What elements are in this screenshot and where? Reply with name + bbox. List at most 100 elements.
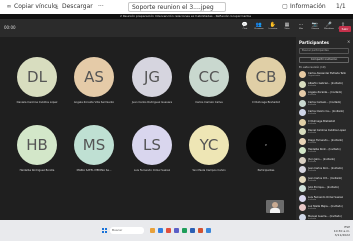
close-icon[interactable]: × [347,39,350,44]
copy-link-label: Copiar vínculo [14,3,57,10]
participant-text: Jhon Jairo... (Invitado) Invitado [308,158,335,164]
chrome-icon[interactable] [166,228,171,233]
avatar [299,137,306,145]
participant-row[interactable]: Juan Carlos Rod... (Invitado) Invitado [299,165,351,175]
participant-tile-name: Carlos Camelo Caliva [195,101,223,104]
participant-tile[interactable]: CC Carlos Camelo Caliva [184,57,234,117]
meeting-tool-label: Chat [242,28,248,30]
self-view-video [266,200,284,213]
participant-tile[interactable]: AS Angela Zoraida Villa Sarmiento [69,57,119,117]
meeting-tools: 💬 Chat 👥 Personas ✋ Levantar ▦ Vista ⋯ Más 📷 Cámara… [240,22,348,31]
powerpoint-icon[interactable] [198,228,203,233]
avatar: CC [189,57,229,97]
download-button[interactable]: ⤓ Descargar [54,3,93,10]
participant-row[interactable]: Haidelba Rodr... (Invitado) Invitado [299,146,351,156]
copy-link-button[interactable]: ∞ Copiar vínculo [6,3,57,10]
avatar: YC [189,125,229,165]
participant-role: Invitado [308,94,317,96]
participant-tile-name: Participantes [257,169,275,172]
meeting-tool-label: Personas [254,28,264,30]
participant-row[interactable]: Diego Fernando... (Invitado) Invitado [299,137,351,147]
page-counter: 1/1 [336,3,346,10]
participant-tile-name: Juan Carlos Rodríguez Guevara [131,101,173,104]
participant-row[interactable]: Daniel Carolina Cubillos Lopez Invitado [299,127,351,137]
avatar: JG [132,57,172,97]
participant-tile[interactable]: HB Haidelba Rodriguez Bonilla [12,125,62,185]
participant-row[interactable]: Albertin Gabriel... (Invitado) Invitado [299,80,351,90]
participant-role: Invitado [308,151,317,153]
participant-row[interactable]: Carlos Osorio Ca... (Invitado) Invitado [299,108,351,118]
outlook-icon[interactable] [206,228,211,233]
participant-text: Haidelba Rodr... (Invitado) Invitado [308,148,341,154]
participant-row[interactable]: Luz Stella Mejia... (Invitado) Invitado [299,203,351,213]
system-tray[interactable]: ESP 10:30 a.m. 3/11/2022 [318,225,350,237]
meeting-tool-mic[interactable]: 🎤 Micrófono [324,22,334,31]
word-icon[interactable] [190,228,195,233]
participant-row[interactable]: Carlos Camelo... (Invitado) Invitado [299,99,351,109]
participant-row[interactable]: Angela Zoraida... (Invitado) Invitado [299,89,351,99]
participants-list: Carlos Alexander Estrada Tello Organizado… [299,70,351,220]
meeting-tool-label: Vista [284,28,290,30]
participant-text: Carlos Camelo... (Invitado) Invitado [308,101,341,107]
participant-row[interactable]: Carlos Alexander Estrada Tello Organizado… [299,70,351,80]
participant-text: Juan Carlos Ort... (Invitado) Invitado [308,177,342,183]
avatar [299,99,306,107]
participant-tile[interactable]: YC Yeni Paola Campos Cañón [184,125,234,185]
meeting-tool-chat[interactable]: 💬 Chat [240,22,250,31]
excel-icon[interactable] [182,228,187,233]
taskbar-search-input[interactable]: Buscar [110,227,144,234]
meeting-tool-camera[interactable]: 📷 Cámara [310,22,320,31]
participant-row[interactable]: Juan Carlos Ort... (Invitado) Invitado [299,175,351,185]
more-options-button[interactable]: ··· [98,3,104,10]
participant-role: Invitado [308,179,317,182]
participant-tile[interactable]: DL Daniela Carolina Cubillos López [12,57,62,117]
participant-tile[interactable]: JG Juan Carlos Rodríguez Guevara [127,57,177,117]
participant-row[interactable]: Jhon Jairo... (Invitado) Invitado [299,156,351,166]
participant-role: Invitado [308,132,317,134]
participant-role: Invitado [308,198,317,201]
participant-tile[interactable]: MS MARIA SATEL MEDINA Sa... [69,125,119,185]
link-icon: ∞ [6,2,12,10]
file-explorer-icon[interactable] [150,228,155,233]
participant-role: Invitado [308,189,317,191]
participant-row[interactable]: Manuel Guerre... (Invitado) Invitado [299,213,351,220]
avatar [299,166,306,174]
leave-button[interactable]: Salir [339,26,351,32]
avatar: AS [74,57,114,97]
share-invite-button[interactable]: Compartir invitación [299,57,349,63]
avatar: DL [17,57,57,97]
file-title-field[interactable]: Soporte reunion el 3....jpeg [128,2,226,12]
participant-text: Diego Fernando... (Invitado) Invitado [308,139,343,145]
info-button[interactable]: ▢ Información [282,3,326,10]
meeting-toolbar: 00:00 💬 Chat 👥 Personas ✋ Levantar ▦ Vista ⋯ Más 📷… [0,19,353,37]
info-label: Información [290,3,326,10]
meeting-tool-people[interactable]: 👥 Personas [254,22,264,31]
meeting-tool-more[interactable]: ⋯ Más [296,22,306,31]
participant-tile[interactable]: LS Luis Fernando Orduz Suárez [127,125,177,185]
windows-start-icon[interactable] [102,228,107,233]
avatar [299,156,306,164]
teams-icon[interactable] [174,228,179,233]
info-icon: ▢ [282,2,288,10]
participant-role: Invitado [308,170,317,172]
avatar: P [246,125,286,165]
participant-row[interactable]: Julio Enrique... (Invitado) Invitado [299,184,351,194]
edge-icon[interactable] [158,228,163,233]
avatar [299,118,306,126]
more-label: ··· [98,3,104,10]
meeting-screenshot: 2 Reunión preparación Intervención relac… [0,14,353,241]
avatar [299,90,306,98]
participant-row[interactable]: Cl Ruhnage Brehaibid Invitado [299,118,351,128]
windows-taskbar: Buscar ESP 10:30 a.m. 3/11/2022 [0,220,353,241]
participant-text: Luz Stella Mejia... (Invitado) Invitado [308,205,343,211]
tray-date: 3/11/2022 [334,233,350,237]
participant-text: Cl Ruhnage Brehaibid Invitado [308,120,335,126]
meeting-tool-view[interactable]: ▦ Vista [282,22,292,31]
participants-search-input[interactable]: Buscar participantes [299,48,349,54]
participant-tile[interactable]: CB Cl Ruhnage Brehaibid [241,57,291,117]
avatar [299,71,306,79]
participant-row[interactable]: Luis Fernando Orduz Suarez Invitado [299,194,351,204]
participant-tile[interactable]: P Participantes [241,125,291,185]
meeting-tool-hand[interactable]: ✋ Levantar [268,22,278,31]
in-meeting-section-label[interactable]: En esta reunión (19) [299,66,325,69]
